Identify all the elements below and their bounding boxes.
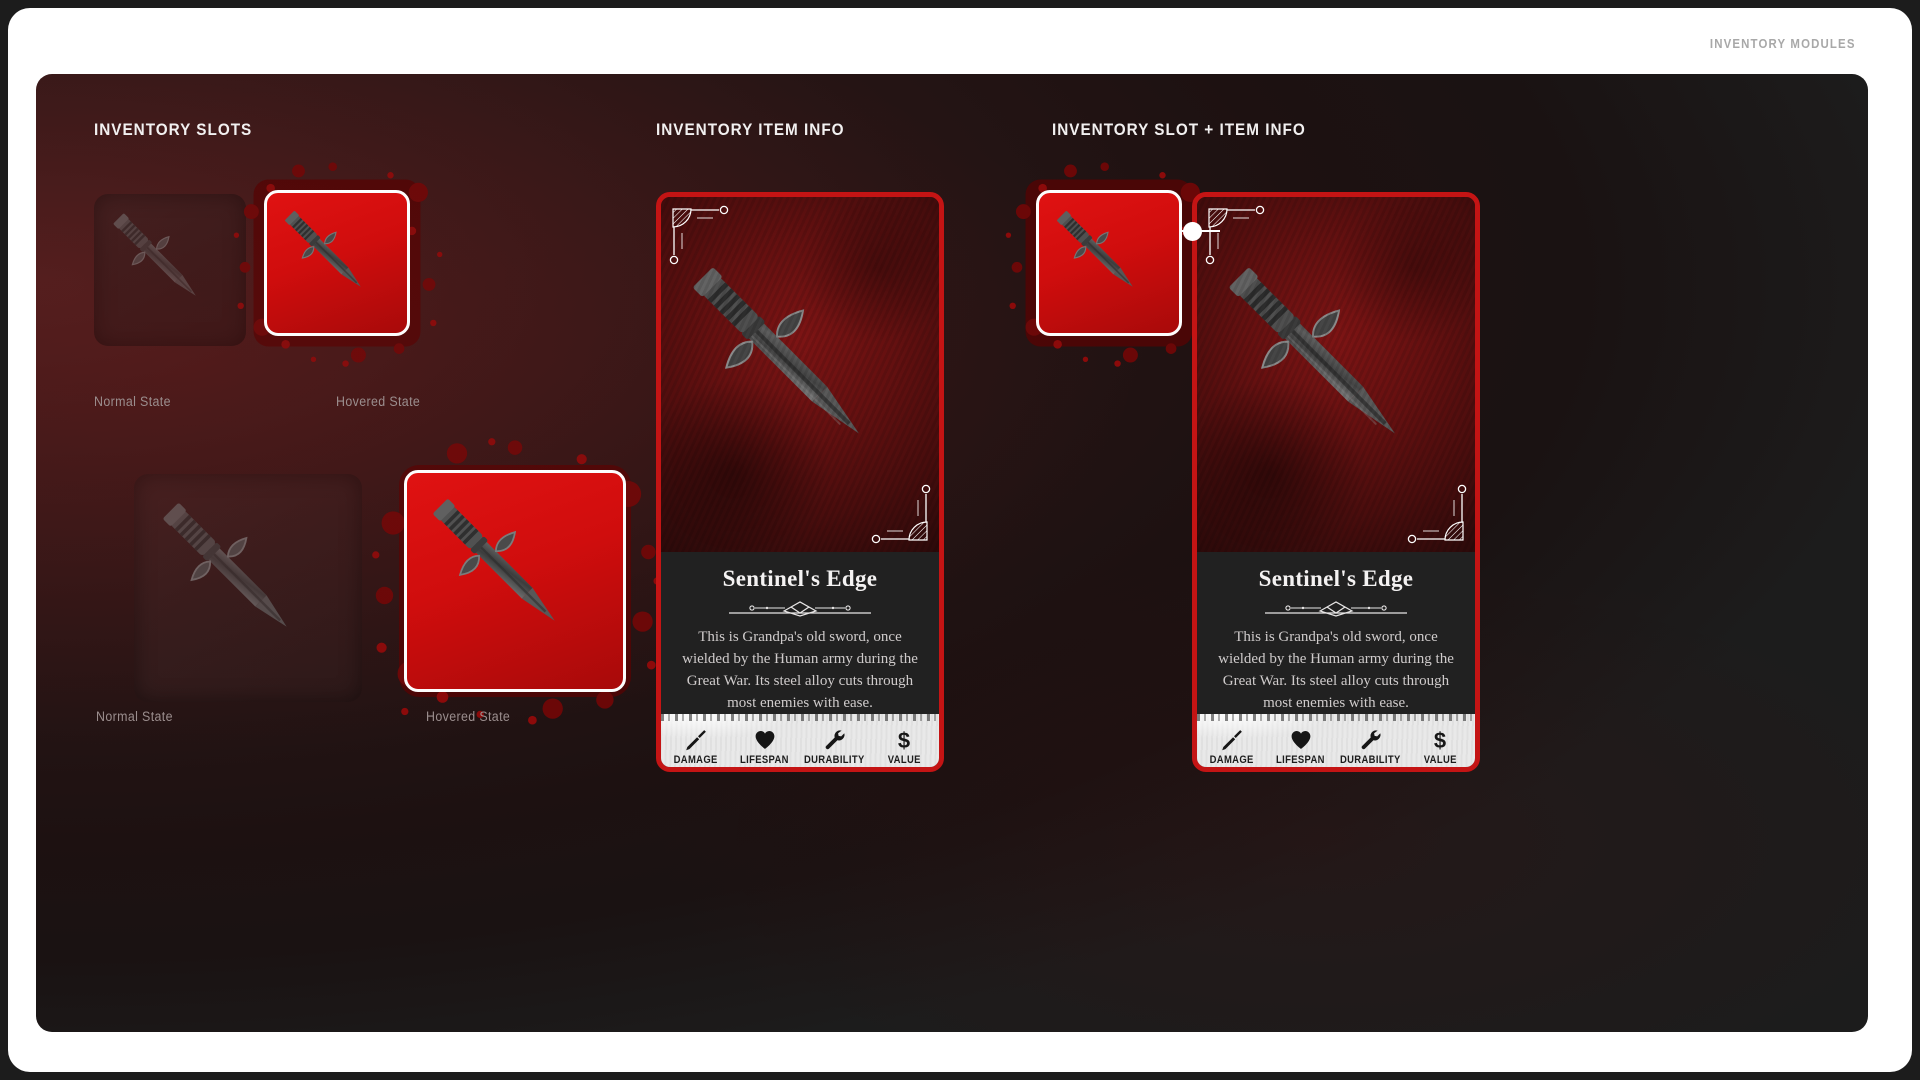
item-artwork bbox=[1197, 197, 1475, 552]
stat-label: LIFESPAN bbox=[1276, 754, 1326, 767]
wrench-icon bbox=[1359, 728, 1383, 752]
svg-text:$: $ bbox=[898, 728, 910, 752]
item-name: Sentinel's Edge bbox=[722, 566, 878, 591]
slot-card-connector-dot bbox=[1183, 222, 1202, 241]
dollar-icon: $ bbox=[892, 728, 916, 752]
stat-value: 10 bbox=[820, 769, 848, 772]
stat-label: VALUE bbox=[887, 754, 921, 767]
svg-text:$: $ bbox=[1434, 728, 1446, 752]
sword-icon bbox=[134, 474, 362, 702]
ornamental-divider bbox=[729, 601, 871, 617]
stat-lifespan: LIFESPAN 20 bbox=[730, 728, 799, 772]
item-stats-bar: DAMAGE 20 LIFESPAN 20 bbox=[1197, 714, 1475, 772]
combo-inventory-slot-hovered-group bbox=[1005, 162, 1215, 367]
heart-icon bbox=[753, 728, 777, 752]
dollar-icon: $ bbox=[1428, 728, 1452, 752]
sword-icon bbox=[407, 473, 623, 689]
item-text-block: Sentinel's Edge This is Grandpa's old sw… bbox=[1197, 552, 1475, 715]
stat-value: 10 bbox=[1356, 769, 1384, 772]
inventory-slot-hovered-large-group bbox=[372, 438, 660, 725]
item-info-card[interactable]: Sentinel's Edge This is Grandpa's old sw… bbox=[656, 192, 944, 772]
stat-label: VALUE bbox=[1423, 754, 1457, 767]
inventory-slot-normal-large[interactable] bbox=[134, 474, 362, 702]
stat-label: LIFESPAN bbox=[740, 754, 790, 767]
stat-label: DAMAGE bbox=[1209, 754, 1254, 767]
item-artwork bbox=[661, 197, 939, 552]
item-text-block: Sentinel's Edge This is Grandpa's old sw… bbox=[661, 552, 939, 715]
stat-value: $ VALUE 25 bbox=[870, 728, 939, 772]
inventory-slot-normal-small[interactable] bbox=[94, 194, 246, 346]
sword-icon bbox=[1220, 728, 1244, 752]
inventory-slot-hovered-small-group bbox=[233, 162, 443, 367]
corner-ornament-bottom-right bbox=[869, 482, 931, 544]
item-description: This is Grandpa's old sword, once wielde… bbox=[682, 629, 918, 712]
item-description: This is Grandpa's old sword, once wielde… bbox=[1218, 629, 1454, 712]
ornamental-divider bbox=[1265, 601, 1407, 617]
corner-ornament-top-left bbox=[1205, 205, 1267, 267]
stat-label: DURABILITY bbox=[804, 754, 865, 767]
section-title-inventory-item-info: INVENTORY ITEM INFO bbox=[656, 120, 845, 139]
stat-label: DURABILITY bbox=[1340, 754, 1401, 767]
stat-damage: DAMAGE 20 bbox=[661, 728, 730, 772]
stat-durability: DURABILITY 10 bbox=[799, 728, 870, 772]
slot-state-label-normal-small: Normal State bbox=[94, 394, 171, 409]
stat-durability: DURABILITY 10 bbox=[1335, 728, 1406, 772]
combo-item-info-card[interactable]: Sentinel's Edge This is Grandpa's old sw… bbox=[1192, 192, 1480, 772]
sword-icon bbox=[267, 193, 407, 333]
stat-value: $ VALUE 25 bbox=[1406, 728, 1475, 772]
stat-lifespan: LIFESPAN 20 bbox=[1266, 728, 1335, 772]
section-title-inventory-slots: INVENTORY SLOTS bbox=[94, 120, 253, 139]
sword-icon bbox=[1039, 193, 1179, 333]
stat-value: 20 bbox=[1287, 769, 1315, 772]
stat-value: 20 bbox=[681, 769, 709, 772]
stat-value: 20 bbox=[1217, 769, 1245, 772]
section-title-inventory-slot-item-info: INVENTORY SLOT + ITEM INFO bbox=[1052, 120, 1306, 139]
inventory-slot-hovered-small[interactable] bbox=[264, 190, 410, 336]
stat-value: 25 bbox=[1426, 769, 1454, 772]
combo-inventory-slot-hovered[interactable] bbox=[1036, 190, 1182, 336]
item-name: Sentinel's Edge bbox=[1258, 566, 1414, 591]
page-title: INVENTORY MODULES bbox=[1710, 36, 1856, 51]
content-stage: INVENTORY SLOTS INVENTORY ITEM INFO INVE… bbox=[36, 74, 1868, 1032]
stat-damage: DAMAGE 20 bbox=[1197, 728, 1266, 772]
inventory-slot-hovered-large[interactable] bbox=[404, 470, 626, 692]
slot-state-label-hovered-large: Hovered State bbox=[426, 709, 511, 724]
stat-value: 25 bbox=[890, 769, 918, 772]
sword-icon bbox=[94, 194, 246, 346]
heart-icon bbox=[1289, 728, 1313, 752]
slot-state-label-hovered-small: Hovered State bbox=[336, 394, 421, 409]
corner-ornament-bottom-right bbox=[1405, 482, 1467, 544]
stat-label: DAMAGE bbox=[673, 754, 718, 767]
stat-value: 20 bbox=[751, 769, 779, 772]
sword-icon bbox=[684, 728, 708, 752]
slot-state-label-normal-large: Normal State bbox=[96, 709, 173, 724]
corner-ornament-top-left bbox=[669, 205, 731, 267]
wrench-icon bbox=[823, 728, 847, 752]
app-root: INVENTORY MODULES INVENTORY SLOTS INVENT… bbox=[0, 0, 1920, 1080]
item-stats-bar: DAMAGE 20 LIFESPAN 20 bbox=[661, 714, 939, 772]
